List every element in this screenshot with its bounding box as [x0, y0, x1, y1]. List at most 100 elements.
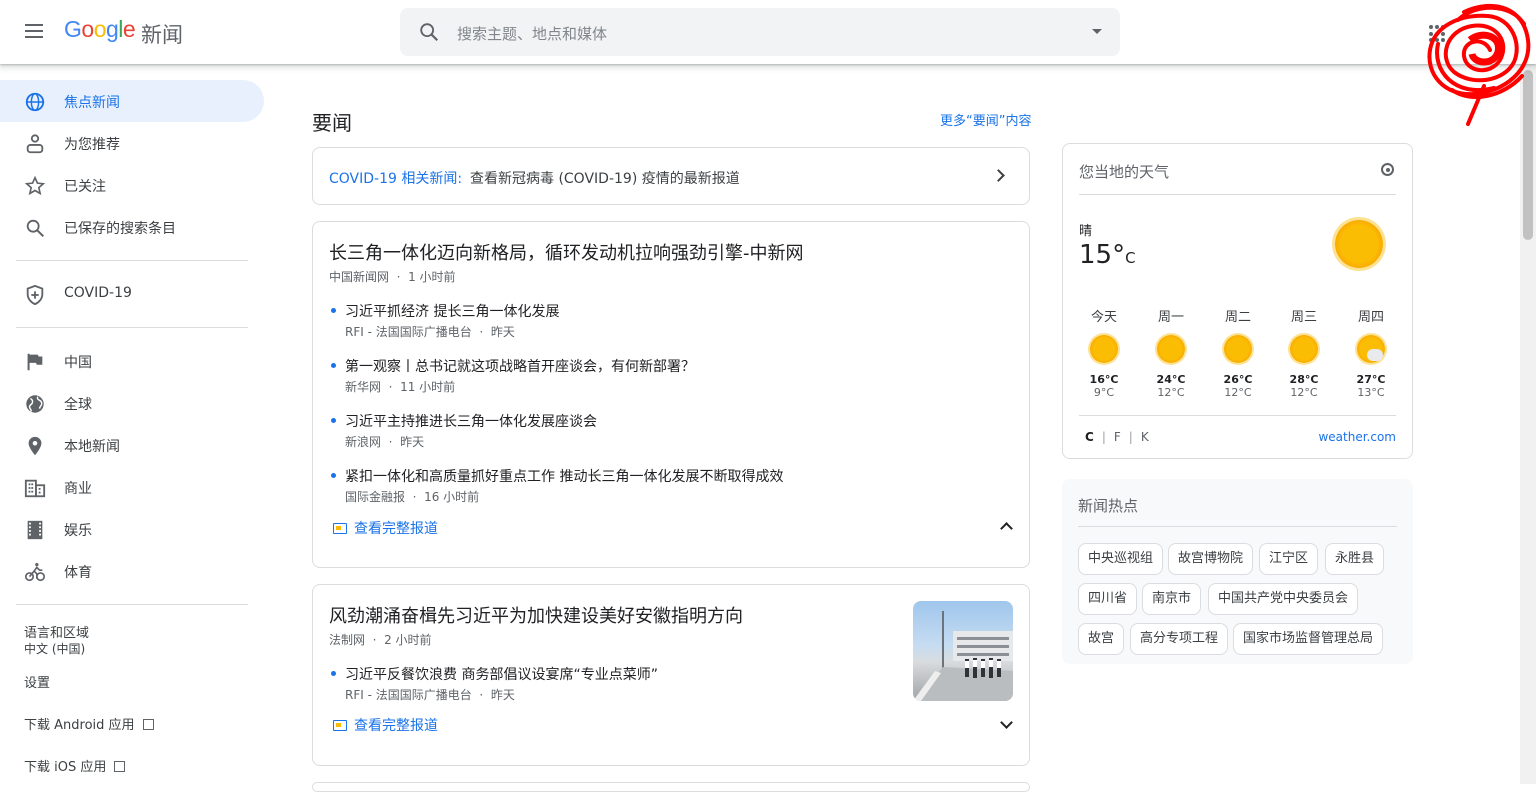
sunny-icon	[1090, 335, 1118, 363]
expand-chevron-down-icon[interactable]	[1000, 716, 1013, 729]
full-coverage-link[interactable]: 查看完整报道	[333, 715, 438, 735]
related-article-title[interactable]: 习近平主持推进长三角一体化发展座谈会	[345, 411, 597, 431]
trending-topics-card: 新闻热点 中央巡视组 故宫博物院 江宁区 永胜县 四川省 南京市 中国共产党中央…	[1062, 479, 1413, 664]
logo-news-label: 新闻	[141, 23, 183, 47]
language-region-link[interactable]: 语言和区域	[24, 622, 89, 641]
full-coverage-link[interactable]: 查看完整报道	[333, 518, 438, 538]
sidebar-item-label: 本地新闻	[64, 439, 120, 455]
search-icon	[420, 23, 439, 42]
settings-link[interactable]: 设置	[24, 672, 50, 691]
unit-celsius-button[interactable]: C	[1085, 430, 1094, 444]
sidebar-item-label: 体育	[64, 565, 92, 581]
forecast-day-name: 今天	[1090, 310, 1117, 325]
sidebar-item-local[interactable]: 本地新闻	[0, 424, 264, 466]
forecast-low: 12°C	[1290, 386, 1318, 399]
related-article-source[interactable]: 新华网	[345, 380, 381, 394]
forecast-day: 周三 28°C 12°C	[1279, 306, 1329, 399]
related-article-time: 昨天	[490, 688, 515, 702]
story-meta: 法制网 · 2 小时前	[329, 633, 432, 647]
section-title: 要闻	[312, 111, 352, 135]
related-article-title[interactable]: 习近平抓经济 提长三角一体化发展	[345, 301, 559, 321]
sidebar-item-world[interactable]: 全球	[0, 382, 264, 424]
forecast-day-name: 周一	[1157, 310, 1184, 325]
logo-letter: e	[122, 16, 136, 42]
external-link-icon	[114, 761, 126, 772]
download-ios-link[interactable]: 下载 iOS 应用	[24, 756, 126, 775]
search-dropdown-icon[interactable]	[1092, 29, 1102, 34]
story-source[interactable]: 法制网	[329, 633, 365, 647]
sidebar-item-label: 已关注	[64, 179, 106, 195]
story-thumbnail[interactable]	[913, 601, 1013, 701]
more-top-stories-link[interactable]: 更多“要闻”内容	[940, 110, 1031, 129]
sidebar-item-sports[interactable]: 体育	[0, 550, 264, 592]
story-source[interactable]: 中国新闻网	[329, 270, 389, 284]
covid-banner[interactable]: COVID-19 相关新闻: 查看新冠病毒 (COVID-19) 疫情的最新报道	[312, 147, 1030, 205]
sidebar-item-china[interactable]: 中国	[0, 340, 264, 382]
forecast-high: 27°C	[1356, 373, 1386, 386]
forecast-day: 周一 24°C 12°C	[1146, 306, 1196, 399]
search-input[interactable]: 搜索主题、地点和媒体	[457, 23, 607, 44]
trending-chip[interactable]: 江宁区	[1259, 543, 1319, 575]
sidebar-item-entertainment[interactable]: 娱乐	[0, 508, 264, 550]
sidebar-item-for-you[interactable]: 为您推荐	[0, 122, 264, 164]
related-article-meta: RFI - 法国国际广播电台 · 昨天	[345, 688, 515, 702]
search-bar[interactable]: 搜索主题、地点和媒体	[400, 8, 1120, 56]
related-article-source[interactable]: RFI - 法国国际广播电台	[345, 688, 472, 702]
trending-chip[interactable]: 故宫	[1078, 623, 1125, 655]
story-headline[interactable]: 长三角一体化迈向新格局，循环发动机拉响强劲引擎-中新网	[329, 239, 804, 265]
story-card: 风劲潮涌奋楫先习近平为加快建设美好安徽指明方向 法制网 · 2 小时前 习近平反…	[312, 584, 1030, 766]
forecast-high: 16°C	[1089, 373, 1119, 386]
sunny-icon	[1335, 220, 1383, 268]
related-article-meta: 新浪网 · 昨天	[345, 435, 425, 449]
trending-chip[interactable]: 故宫博物院	[1168, 543, 1254, 575]
related-article-title[interactable]: 习近平反餐饮浪费 商务部倡议设宴席“专业点菜师”	[345, 664, 658, 684]
story-headline[interactable]: 风劲潮涌奋楫先习近平为加快建设美好安徽指明方向	[329, 602, 743, 628]
trending-title: 新闻热点	[1078, 497, 1139, 515]
collapse-chevron-up-icon[interactable]	[1000, 522, 1013, 535]
sidebar-item-top-stories[interactable]: 焦点新闻	[0, 80, 264, 122]
related-article-title[interactable]: 紧扣一体化和高质量抓好重点工作 推动长三角一体化发展不断取得成效	[345, 466, 783, 486]
unit-fahrenheit-button[interactable]: F	[1114, 430, 1121, 444]
sidebar-divider	[16, 604, 248, 605]
sidebar-item-covid[interactable]: COVID-19	[0, 273, 264, 315]
trending-chip[interactable]: 中国共产党中央委员会	[1208, 583, 1359, 615]
story-time: 1 小时前	[408, 270, 456, 284]
sidebar-item-saved-searches[interactable]: 已保存的搜索条目	[0, 206, 264, 248]
trending-chip[interactable]: 国家市场监督管理总局	[1233, 623, 1384, 655]
trending-chip[interactable]: 南京市	[1142, 583, 1202, 615]
sidebar-item-following[interactable]: 已关注	[0, 164, 264, 206]
menu-icon[interactable]	[22, 20, 50, 44]
covid-banner-text: 查看新冠病毒 (COVID-19) 疫情的最新报道	[470, 171, 740, 187]
location-icon[interactable]	[1381, 163, 1394, 176]
sidebar-item-label: COVID-19	[64, 285, 132, 301]
weather-source-link[interactable]: weather.com	[1318, 430, 1396, 444]
search-icon	[26, 219, 44, 237]
unit-kelvin-button[interactable]: K	[1141, 430, 1149, 444]
weather-temp-value: 15°	[1079, 240, 1126, 270]
bike-icon	[25, 563, 45, 582]
related-article-source[interactable]: 新浪网	[345, 435, 381, 449]
forecast-day: 今天 16°C 9°C	[1079, 306, 1129, 399]
forecast-low: 9°C	[1093, 386, 1115, 399]
related-article-source[interactable]: RFI - 法国国际广播电台	[345, 325, 472, 339]
forecast-high: 28°C	[1289, 373, 1319, 386]
related-article-source[interactable]: 国际金融报	[345, 490, 405, 504]
sunny-icon	[1157, 335, 1185, 363]
sidebar-item-label: 焦点新闻	[64, 95, 120, 111]
related-article-meta: 新华网 · 11 小时前	[345, 380, 456, 394]
trending-chip[interactable]: 高分专项工程	[1130, 623, 1229, 655]
partly-cloudy-icon	[1357, 335, 1385, 363]
trending-chip[interactable]: 永胜县	[1325, 543, 1385, 575]
trending-chip[interactable]: 四川省	[1078, 583, 1138, 615]
google-logo[interactable]: Google	[64, 16, 136, 43]
full-coverage-label: 查看完整报道	[354, 718, 438, 734]
logo-letter: o	[81, 16, 94, 42]
download-android-link[interactable]: 下载 Android 应用	[24, 714, 154, 733]
sunny-icon	[1290, 335, 1318, 363]
weather-title: 您当地的天气	[1079, 163, 1170, 181]
related-article-title[interactable]: 第一观察丨总书记就这项战略首开座谈会，有何新部署？	[345, 356, 695, 376]
flag-icon	[27, 353, 43, 371]
trending-chip[interactable]: 中央巡视组	[1078, 543, 1164, 575]
external-link-icon	[142, 719, 154, 730]
sidebar-item-business[interactable]: 商业	[0, 466, 264, 508]
